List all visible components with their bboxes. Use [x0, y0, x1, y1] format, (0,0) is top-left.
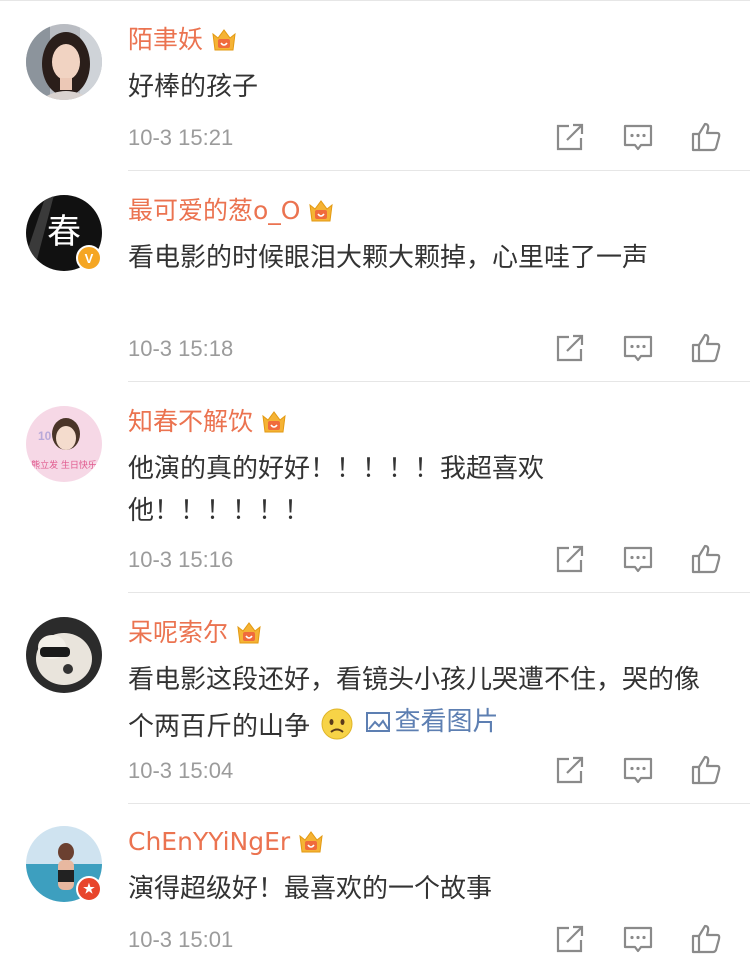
- thumbs-up-icon: [689, 120, 723, 154]
- comment-text: 看电影的时候眼泪大颗大颗掉，心里哇了一声: [128, 243, 649, 273]
- sad-face-emoji-icon: [321, 708, 353, 740]
- like-button[interactable]: [689, 922, 723, 956]
- reply-button[interactable]: [621, 542, 655, 576]
- comment-text: 演得超级好！最喜欢的一个故事: [128, 874, 493, 904]
- comment-icon: [621, 753, 655, 787]
- username-text[interactable]: 陌聿妖: [128, 24, 203, 56]
- share-icon: [553, 542, 587, 576]
- comment-text: 看电影这段还好，看镜头小孩儿哭遭不住，哭的像个两百斤的山争 查看图片: [128, 659, 708, 748]
- comment-time: 10-3 15:01: [128, 927, 234, 952]
- crown-badge-icon: [234, 618, 264, 648]
- comment-icon: [621, 922, 655, 956]
- comment-text: 他演的真的好好！！！！！我超喜欢他！！！！！！: [128, 454, 545, 526]
- thumbs-up-icon: [689, 753, 723, 787]
- comment-item: 呆呢索尔 看电影这段还好，看镜头小孩儿哭遭不住，哭的像个两百斤的山争 查看图片 …: [0, 593, 750, 804]
- username[interactable]: 呆呢索尔: [128, 617, 264, 649]
- comment-icon: [621, 331, 655, 365]
- reply-button[interactable]: [621, 120, 655, 154]
- share-icon: [553, 120, 587, 154]
- like-button[interactable]: [689, 331, 723, 365]
- share-button[interactable]: [553, 922, 587, 956]
- comment-text: 好棒的孩子: [128, 72, 259, 102]
- share-button[interactable]: [553, 331, 587, 365]
- avatar[interactable]: [26, 24, 102, 100]
- comment-time: 10-3 15:21: [128, 125, 234, 150]
- thumbs-up-icon: [689, 542, 723, 576]
- avatar[interactable]: 10 熊立发 生日快乐: [26, 406, 102, 482]
- view-image-label[interactable]: 查看图片: [395, 701, 499, 743]
- share-button[interactable]: [553, 753, 587, 787]
- comment-item: 春 V 最可爱的葱o_O 看电影的时候眼泪大颗大颗掉，心里哇了一声 10-3 1…: [0, 171, 750, 382]
- crown-badge-icon: [259, 407, 289, 437]
- username-text[interactable]: 呆呢索尔: [128, 617, 228, 649]
- username[interactable]: 最可爱的葱o_O: [128, 195, 336, 227]
- comment-time: 10-3 15:16: [128, 547, 234, 572]
- fan-photo-icon: 10 熊立发 生日快乐: [26, 406, 102, 482]
- svg-text:10: 10: [38, 429, 52, 443]
- comment-icon: [621, 542, 655, 576]
- username-text[interactable]: 最可爱的葱o_O: [128, 195, 300, 227]
- comment-item: 陌聿妖 好棒的孩子 10-3 15:21: [0, 0, 750, 171]
- share-button[interactable]: [553, 542, 587, 576]
- crown-badge-icon: [296, 827, 326, 857]
- username[interactable]: 知春不解饮: [128, 406, 289, 438]
- like-button[interactable]: [689, 753, 723, 787]
- thumbs-up-icon: [689, 922, 723, 956]
- comment-item: ★ ChEnYYiNgEr 演得超级好！最喜欢的一个故事 10-3 15:01: [0, 804, 750, 970]
- like-button[interactable]: [689, 120, 723, 154]
- reply-button[interactable]: [621, 922, 655, 956]
- share-icon: [553, 922, 587, 956]
- username[interactable]: 陌聿妖: [128, 24, 239, 56]
- share-button[interactable]: [553, 120, 587, 154]
- username-text[interactable]: 知春不解饮: [128, 406, 253, 438]
- comment-icon: [621, 120, 655, 154]
- crown-badge-icon: [209, 25, 239, 55]
- svg-text:春: 春: [47, 212, 81, 252]
- avatar[interactable]: [26, 617, 102, 693]
- comment-item: 10 熊立发 生日快乐 知春不解饮 他演的真的好好！！！！！我超喜欢他！！！！！…: [0, 382, 750, 593]
- image-icon: [365, 712, 390, 732]
- svg-text:熊立发 生日快乐: 熊立发 生日快乐: [31, 459, 97, 471]
- crown-badge-icon: [306, 196, 336, 226]
- comment-time: 10-3 15:04: [128, 758, 234, 783]
- reply-button[interactable]: [621, 331, 655, 365]
- verified-badge-icon: V: [76, 245, 102, 271]
- like-button[interactable]: [689, 542, 723, 576]
- username-text[interactable]: ChEnYYiNgEr: [128, 826, 290, 858]
- member-badge-icon: ★: [76, 876, 102, 902]
- thumbs-up-icon: [689, 331, 723, 365]
- reply-button[interactable]: [621, 753, 655, 787]
- view-image-link[interactable]: 查看图片: [365, 701, 499, 743]
- share-icon: [553, 331, 587, 365]
- username[interactable]: ChEnYYiNgEr: [128, 826, 326, 858]
- share-icon: [553, 753, 587, 787]
- comment-time: 10-3 15:18: [128, 336, 234, 361]
- woman-portrait-icon: [26, 24, 102, 100]
- dog-sunglasses-icon: [26, 617, 102, 693]
